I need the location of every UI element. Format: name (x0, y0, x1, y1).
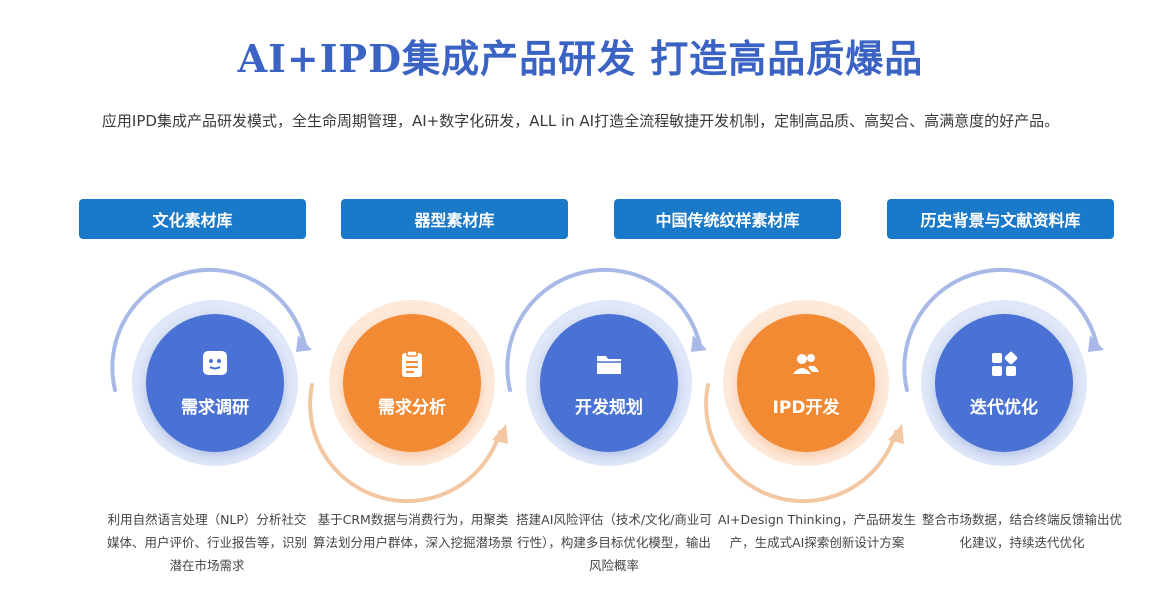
users-icon (793, 353, 819, 374)
step-circle: IPD开发 (737, 314, 875, 452)
step-description: 基于CRM数据与消费行为，用聚类算法划分用户群体，深入挖掘潜场景 (313, 512, 514, 550)
step-ipd-development: IPD开发 (711, 300, 901, 520)
step-iteration-optimization: 迭代优化 (909, 300, 1099, 520)
folder-icon (597, 355, 621, 374)
step-circle: 需求分析 (343, 314, 481, 452)
step-label: 需求分析 (378, 397, 446, 418)
step-circle: 开发规划 (540, 314, 678, 452)
step-description: AI+Design Thinking，产品研发生产，生成式AI探索创新设计方案 (717, 512, 917, 550)
step-label: 迭代优化 (970, 397, 1038, 418)
step-demand-analysis: 需求分析 (317, 300, 507, 520)
step-circle: 需求调研 (146, 314, 284, 452)
grid-icon (992, 351, 1018, 376)
step-description: 整合市场数据，结合终端反馈输出优化建议，持续迭代优化 (922, 512, 1123, 550)
chat-bubble-icon (203, 350, 227, 375)
step-description: 搭建AI风险评估（技术/文化/商业可行性），构建多目标优化模型，输出风险概率 (516, 512, 712, 573)
step-development-planning: 开发规划 (514, 300, 704, 520)
step-circle: 迭代优化 (935, 314, 1073, 452)
step-demand-research: 需求调研 (120, 300, 310, 520)
step-label: IPD开发 (772, 397, 840, 418)
clipboard-icon (402, 349, 422, 377)
step-label: 需求调研 (181, 397, 249, 418)
step-label: 开发规划 (575, 397, 643, 418)
step-description: 利用自然语言处理（NLP）分析社交媒体、用户评价、行业报告等，识别潜在市场需求 (107, 512, 308, 573)
